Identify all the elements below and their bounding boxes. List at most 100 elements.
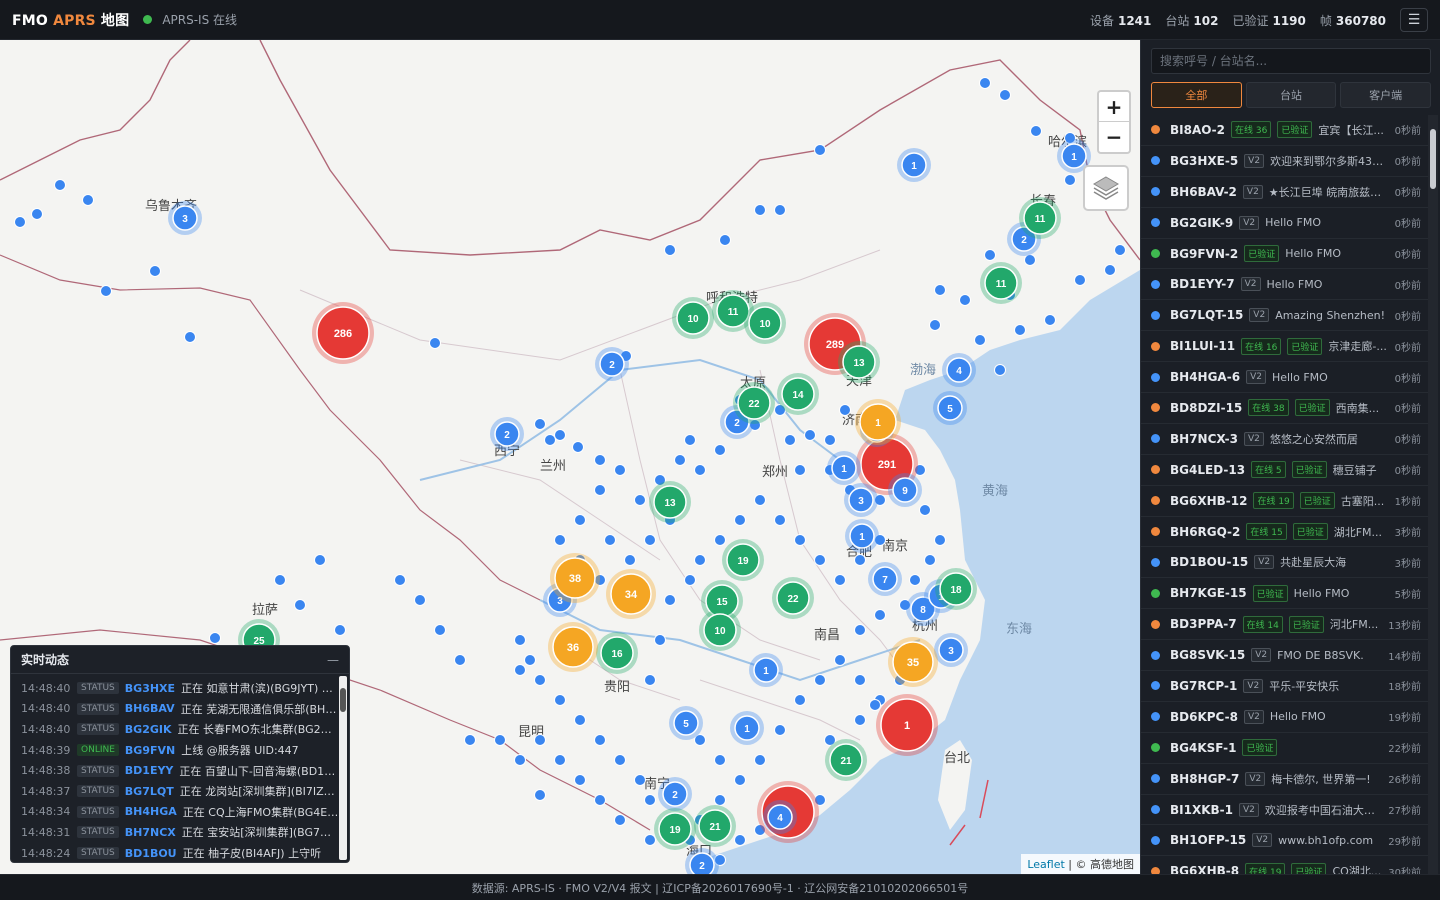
station-dot[interactable] <box>854 674 866 686</box>
station-dot[interactable] <box>534 674 546 686</box>
station-dot[interactable] <box>839 404 851 416</box>
station-dot[interactable] <box>664 594 676 606</box>
station-dot[interactable] <box>1114 244 1126 256</box>
station-dot[interactable] <box>574 714 586 726</box>
station-dot[interactable] <box>184 331 196 343</box>
station-dot[interactable] <box>574 774 586 786</box>
cluster-marker[interactable]: 1 <box>855 399 901 445</box>
cluster-marker[interactable]: 14 <box>777 373 819 415</box>
cluster-marker[interactable]: 3 <box>844 483 878 517</box>
cluster-marker[interactable]: 34 <box>606 569 656 619</box>
cluster-marker[interactable]: 1 <box>827 451 861 485</box>
station-dot[interactable] <box>754 204 766 216</box>
feed-callsign[interactable]: BG3HXE <box>125 682 175 695</box>
station-dot[interactable] <box>854 624 866 636</box>
station-dot[interactable] <box>869 699 881 711</box>
cluster-marker[interactable]: 2 <box>490 417 524 451</box>
station-dot[interactable] <box>684 434 696 446</box>
station-dot[interactable] <box>1024 254 1036 266</box>
station-dot[interactable] <box>394 574 406 586</box>
feed-callsign[interactable]: BD1BOU <box>125 847 177 860</box>
station-dot[interactable] <box>82 194 94 206</box>
station-list-item[interactable]: BI1LUI-11 在线 16 已验证 京津走廊-... 0秒前 <box>1141 331 1429 363</box>
station-dot[interactable] <box>514 634 526 646</box>
station-dot[interactable] <box>594 484 606 496</box>
station-dot[interactable] <box>614 464 626 476</box>
cluster-marker[interactable]: 38 <box>550 553 600 603</box>
station-list-item[interactable]: BD8DZI-15 在线 38 已验证 西南集... 0秒前 <box>1141 393 1429 424</box>
cluster-marker[interactable]: 4 <box>942 353 976 387</box>
station-list-item[interactable]: BI8AO-2 在线 36 已验证 宜宾【长江... 0秒前 <box>1141 115 1429 146</box>
feed-callsign[interactable]: BH7NCX <box>125 826 176 839</box>
station-dot[interactable] <box>594 734 606 746</box>
cluster-marker[interactable]: 4 <box>763 800 797 834</box>
cluster-marker[interactable]: 19 <box>722 539 764 581</box>
cluster-marker[interactable]: 1 <box>876 694 938 756</box>
cluster-marker[interactable]: 11 <box>980 262 1022 304</box>
station-dot[interactable] <box>294 599 306 611</box>
station-dot[interactable] <box>514 664 526 676</box>
station-dot[interactable] <box>514 754 526 766</box>
cluster-marker[interactable]: 10 <box>699 609 741 651</box>
cluster-marker[interactable]: 1 <box>845 519 879 553</box>
cluster-marker[interactable]: 13 <box>838 341 880 383</box>
station-dot[interactable] <box>919 504 931 516</box>
station-dot[interactable] <box>719 234 731 246</box>
station-list-item[interactable]: BH1OFP-15 V2 www.bh1ofp.com 29秒前 <box>1141 825 1429 857</box>
station-dot[interactable] <box>100 285 112 297</box>
station-dot[interactable] <box>974 334 986 346</box>
station-dot[interactable] <box>994 364 1006 376</box>
station-dot[interactable] <box>814 144 826 156</box>
station-dot[interactable] <box>794 694 806 706</box>
station-dot[interactable] <box>714 754 726 766</box>
station-list-item[interactable]: BG7LQT-15 V2 Amazing Shenzhen! 0秒前 <box>1141 300 1429 332</box>
feed-row[interactable]: 14:48:24 STATUS BD1BOU 正在 柚子皮(BI4AFJ) 上守听 <box>21 843 339 862</box>
station-dot[interactable] <box>149 265 161 277</box>
zoom-in-button[interactable]: + <box>1099 92 1129 122</box>
zoom-out-button[interactable]: − <box>1099 122 1129 152</box>
station-list-item[interactable]: BG4KSF-1 已验证 22秒前 <box>1141 733 1429 764</box>
station-dot[interactable] <box>934 534 946 546</box>
cluster-marker[interactable]: 21 <box>825 739 867 781</box>
station-list-item[interactable]: BG7RCP-1 V2 平乐-平安快乐 18秒前 <box>1141 671 1429 702</box>
station-dot[interactable] <box>784 434 796 446</box>
station-dot[interactable] <box>644 534 656 546</box>
station-dot[interactable] <box>314 554 326 566</box>
station-dot[interactable] <box>31 208 43 220</box>
feed-callsign[interactable]: BG9FVN <box>125 744 175 757</box>
station-dot[interactable] <box>804 429 816 441</box>
feed-row[interactable]: 14:48:40 STATUS BG3HXE 正在 如意甘肃(滨)(BG9JYT) 上… <box>21 678 339 699</box>
station-dot[interactable] <box>434 624 446 636</box>
cluster-marker[interactable]: 18 <box>935 568 977 610</box>
cluster-marker[interactable]: 16 <box>596 632 638 674</box>
station-dot[interactable] <box>654 634 666 646</box>
station-list-item[interactable]: BH8HGP-7 V2 梅卡德尔, 世界第一! 26秒前 <box>1141 764 1429 795</box>
station-dot[interactable] <box>544 434 556 446</box>
cluster-marker[interactable]: 10 <box>744 302 786 344</box>
station-dot[interactable] <box>824 434 836 446</box>
station-dot[interactable] <box>854 714 866 726</box>
station-dot[interactable] <box>734 774 746 786</box>
cluster-marker[interactable]: 9 <box>888 473 922 507</box>
station-dot[interactable] <box>554 694 566 706</box>
station-dot[interactable] <box>834 654 846 666</box>
station-dot[interactable] <box>614 754 626 766</box>
station-dot[interactable] <box>644 794 656 806</box>
station-dot[interactable] <box>959 294 971 306</box>
station-dot[interactable] <box>494 734 506 746</box>
cluster-marker[interactable]: 2 <box>595 347 629 381</box>
feed-callsign[interactable]: BD1EYY <box>125 764 174 777</box>
cluster-marker[interactable]: 5 <box>933 391 967 425</box>
station-list-item[interactable]: BG8SVK-15 V2 FMO DE B8SVK. 14秒前 <box>1141 640 1429 672</box>
cluster-marker[interactable]: 286 <box>312 302 374 364</box>
station-dot[interactable] <box>554 429 566 441</box>
cluster-marker[interactable]: 22 <box>772 577 814 619</box>
cluster-marker[interactable]: 19 <box>654 808 696 850</box>
feed-callsign[interactable]: BG7LQT <box>125 785 174 798</box>
cluster-marker[interactable]: 13 <box>649 481 691 523</box>
station-list-item[interactable]: BG3HXE-5 V2 欢迎来到鄂尔多斯439.... 0秒前 <box>1141 146 1429 177</box>
station-dot[interactable] <box>734 834 746 846</box>
station-dot[interactable] <box>794 464 806 476</box>
station-dot[interactable] <box>574 514 586 526</box>
tab-stations[interactable]: 台站 <box>1245 82 1337 108</box>
